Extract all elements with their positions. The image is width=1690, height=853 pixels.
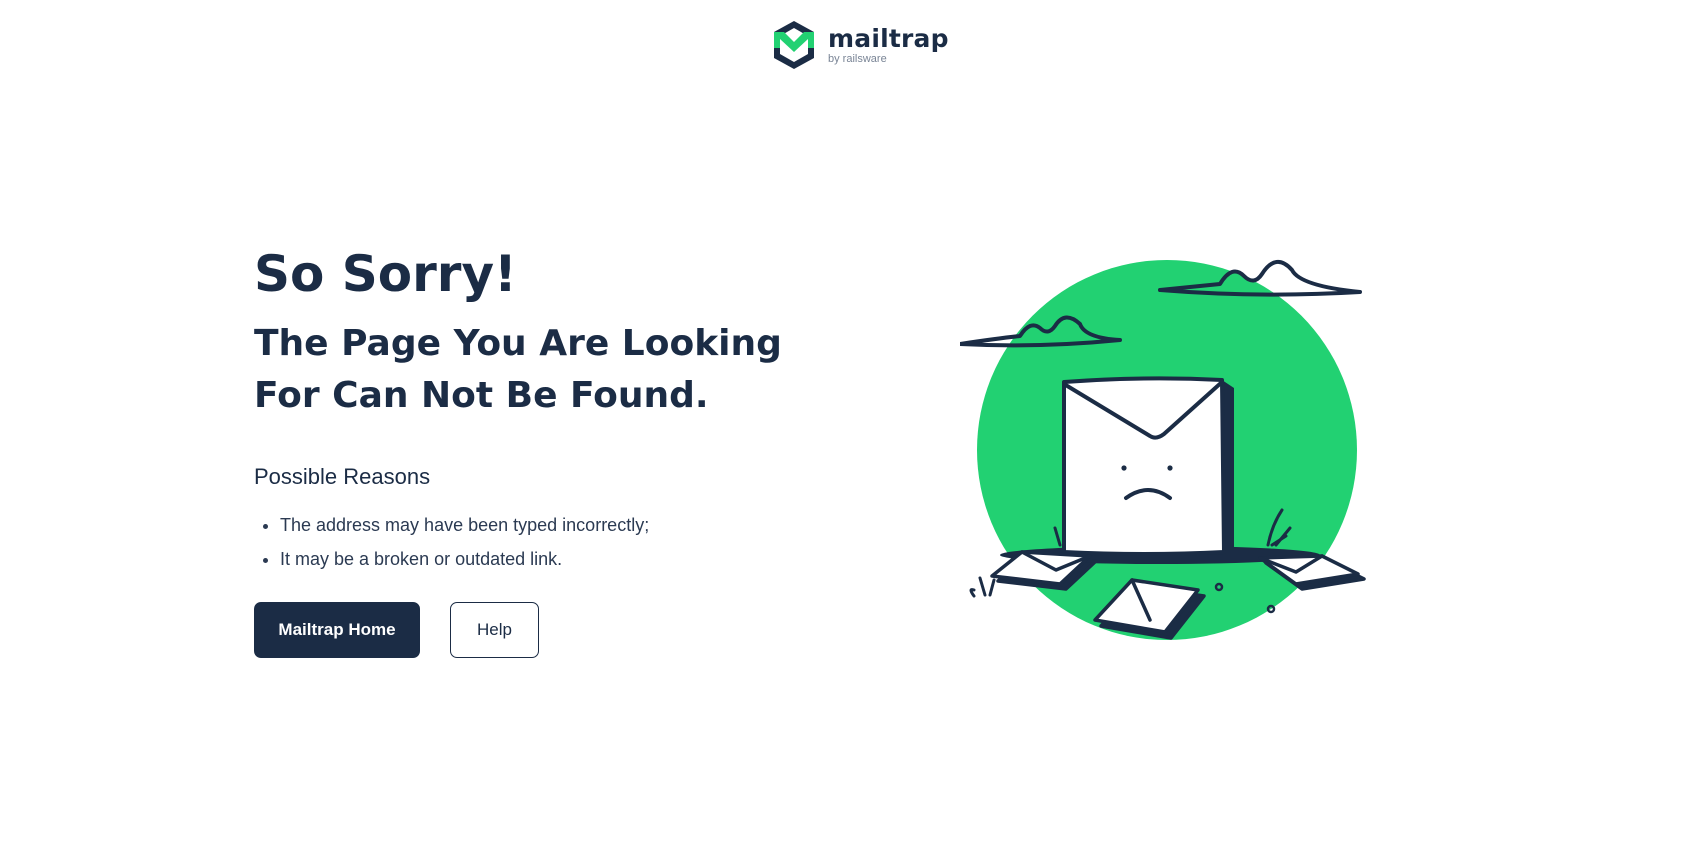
actions: Mailtrap Home Help bbox=[254, 602, 874, 658]
reason-item: It may be a broken or outdated link. bbox=[280, 542, 874, 576]
mailtrap-logo[interactable]: mailtrap by railsware bbox=[770, 18, 949, 72]
reasons-heading: Possible Reasons bbox=[254, 464, 431, 489]
logo-tagline: by railsware bbox=[828, 52, 887, 65]
mailtrap-home-button[interactable]: Mailtrap Home bbox=[254, 602, 420, 658]
sad-envelope-illustration bbox=[960, 260, 1366, 640]
error-content: So Sorry! The Page You Are Looking For C… bbox=[254, 246, 874, 658]
logo-text: mailtrap by railsware bbox=[828, 26, 949, 65]
reasons-list: The address may have been typed incorrec… bbox=[254, 508, 874, 576]
page-title: So Sorry! bbox=[254, 245, 517, 303]
page-header: mailtrap by railsware bbox=[0, 0, 1690, 90]
eye-icon bbox=[1121, 465, 1127, 471]
reason-item: The address may have been typed incorrec… bbox=[280, 508, 874, 542]
help-button[interactable]: Help bbox=[450, 602, 539, 658]
eye-icon bbox=[1167, 465, 1173, 471]
mailtrap-logo-icon bbox=[774, 21, 814, 69]
page-subtitle: The Page You Are Looking For Can Not Be … bbox=[254, 323, 782, 416]
envelope-icon bbox=[1062, 376, 1234, 556]
logo-name: mailtrap bbox=[828, 23, 949, 53]
